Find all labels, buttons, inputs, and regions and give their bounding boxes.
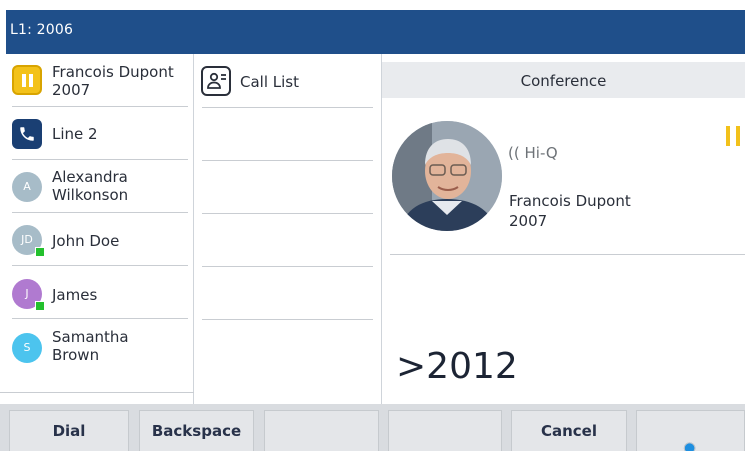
status-bar: L1: 2006	[6, 10, 745, 54]
contacts-list-icon	[201, 66, 231, 96]
line-item-held-call[interactable]: Francois Dupont 2007	[6, 54, 194, 107]
line-title: L1: 2006	[10, 22, 74, 38]
cancel-button[interactable]: Cancel	[511, 410, 627, 451]
page-dot: ○	[682, 438, 699, 451]
presence-indicator	[35, 247, 45, 257]
softkey-4-button[interactable]	[388, 410, 502, 451]
caller-photo	[392, 121, 502, 231]
pause-icon	[12, 65, 42, 95]
line-list: Francois Dupont 2007 Line 2 A Alexandra …	[0, 54, 194, 404]
dial-button[interactable]: Dial	[9, 410, 129, 451]
more-button[interactable]: ● ○ ○	[636, 410, 745, 451]
contact-name: John Doe	[52, 232, 120, 250]
call-panel: Conference (( Hi-Q Francois Dupont 2007 …	[382, 54, 745, 404]
contact-name: Samantha	[52, 328, 129, 346]
contact-item-john-doe[interactable]: JD John Doe	[6, 213, 194, 266]
phone-icon	[12, 119, 42, 149]
caller-name: Francois Dupont	[509, 192, 631, 210]
call-list-panel: Call List	[194, 54, 382, 404]
divider	[390, 254, 745, 255]
line-label: Line 2	[52, 125, 98, 143]
pause-icon	[726, 126, 744, 146]
backspace-button[interactable]: Backspace	[139, 410, 254, 451]
contact-item-alexandra[interactable]: A Alexandra Wilkonson	[6, 160, 194, 213]
hiq-icon: ((	[508, 144, 520, 162]
conference-header: Conference	[382, 62, 745, 98]
avatar: S	[12, 333, 42, 363]
caller-name: Francois Dupont	[52, 63, 174, 81]
contact-name: Alexandra	[52, 168, 128, 186]
contact-name-line2: Brown	[52, 346, 100, 364]
hiq-label: Hi-Q	[524, 144, 558, 162]
conference-title: Conference	[520, 72, 607, 90]
contact-name-line2: Wilkonson	[52, 186, 129, 204]
call-list-label: Call List	[240, 73, 299, 91]
line-item-line-2[interactable]: Line 2	[6, 107, 194, 160]
hiq-indicator: (( Hi-Q	[508, 144, 558, 162]
dialed-number: >2012	[396, 346, 518, 387]
call-list-button[interactable]: Call List	[194, 54, 382, 107]
softkey-bar: Dial Backspace Cancel ● ○ ○	[0, 404, 745, 451]
avatar: A	[12, 172, 42, 202]
caller-number: 2007	[509, 212, 548, 230]
contact-item-samantha[interactable]: S Samantha Brown	[0, 319, 194, 393]
contact-name: James	[52, 286, 98, 304]
presence-indicator	[35, 301, 45, 311]
caller-number: 2007	[52, 81, 91, 99]
softkey-3-button[interactable]	[264, 410, 379, 451]
contact-item-james[interactable]: J James	[6, 266, 194, 319]
